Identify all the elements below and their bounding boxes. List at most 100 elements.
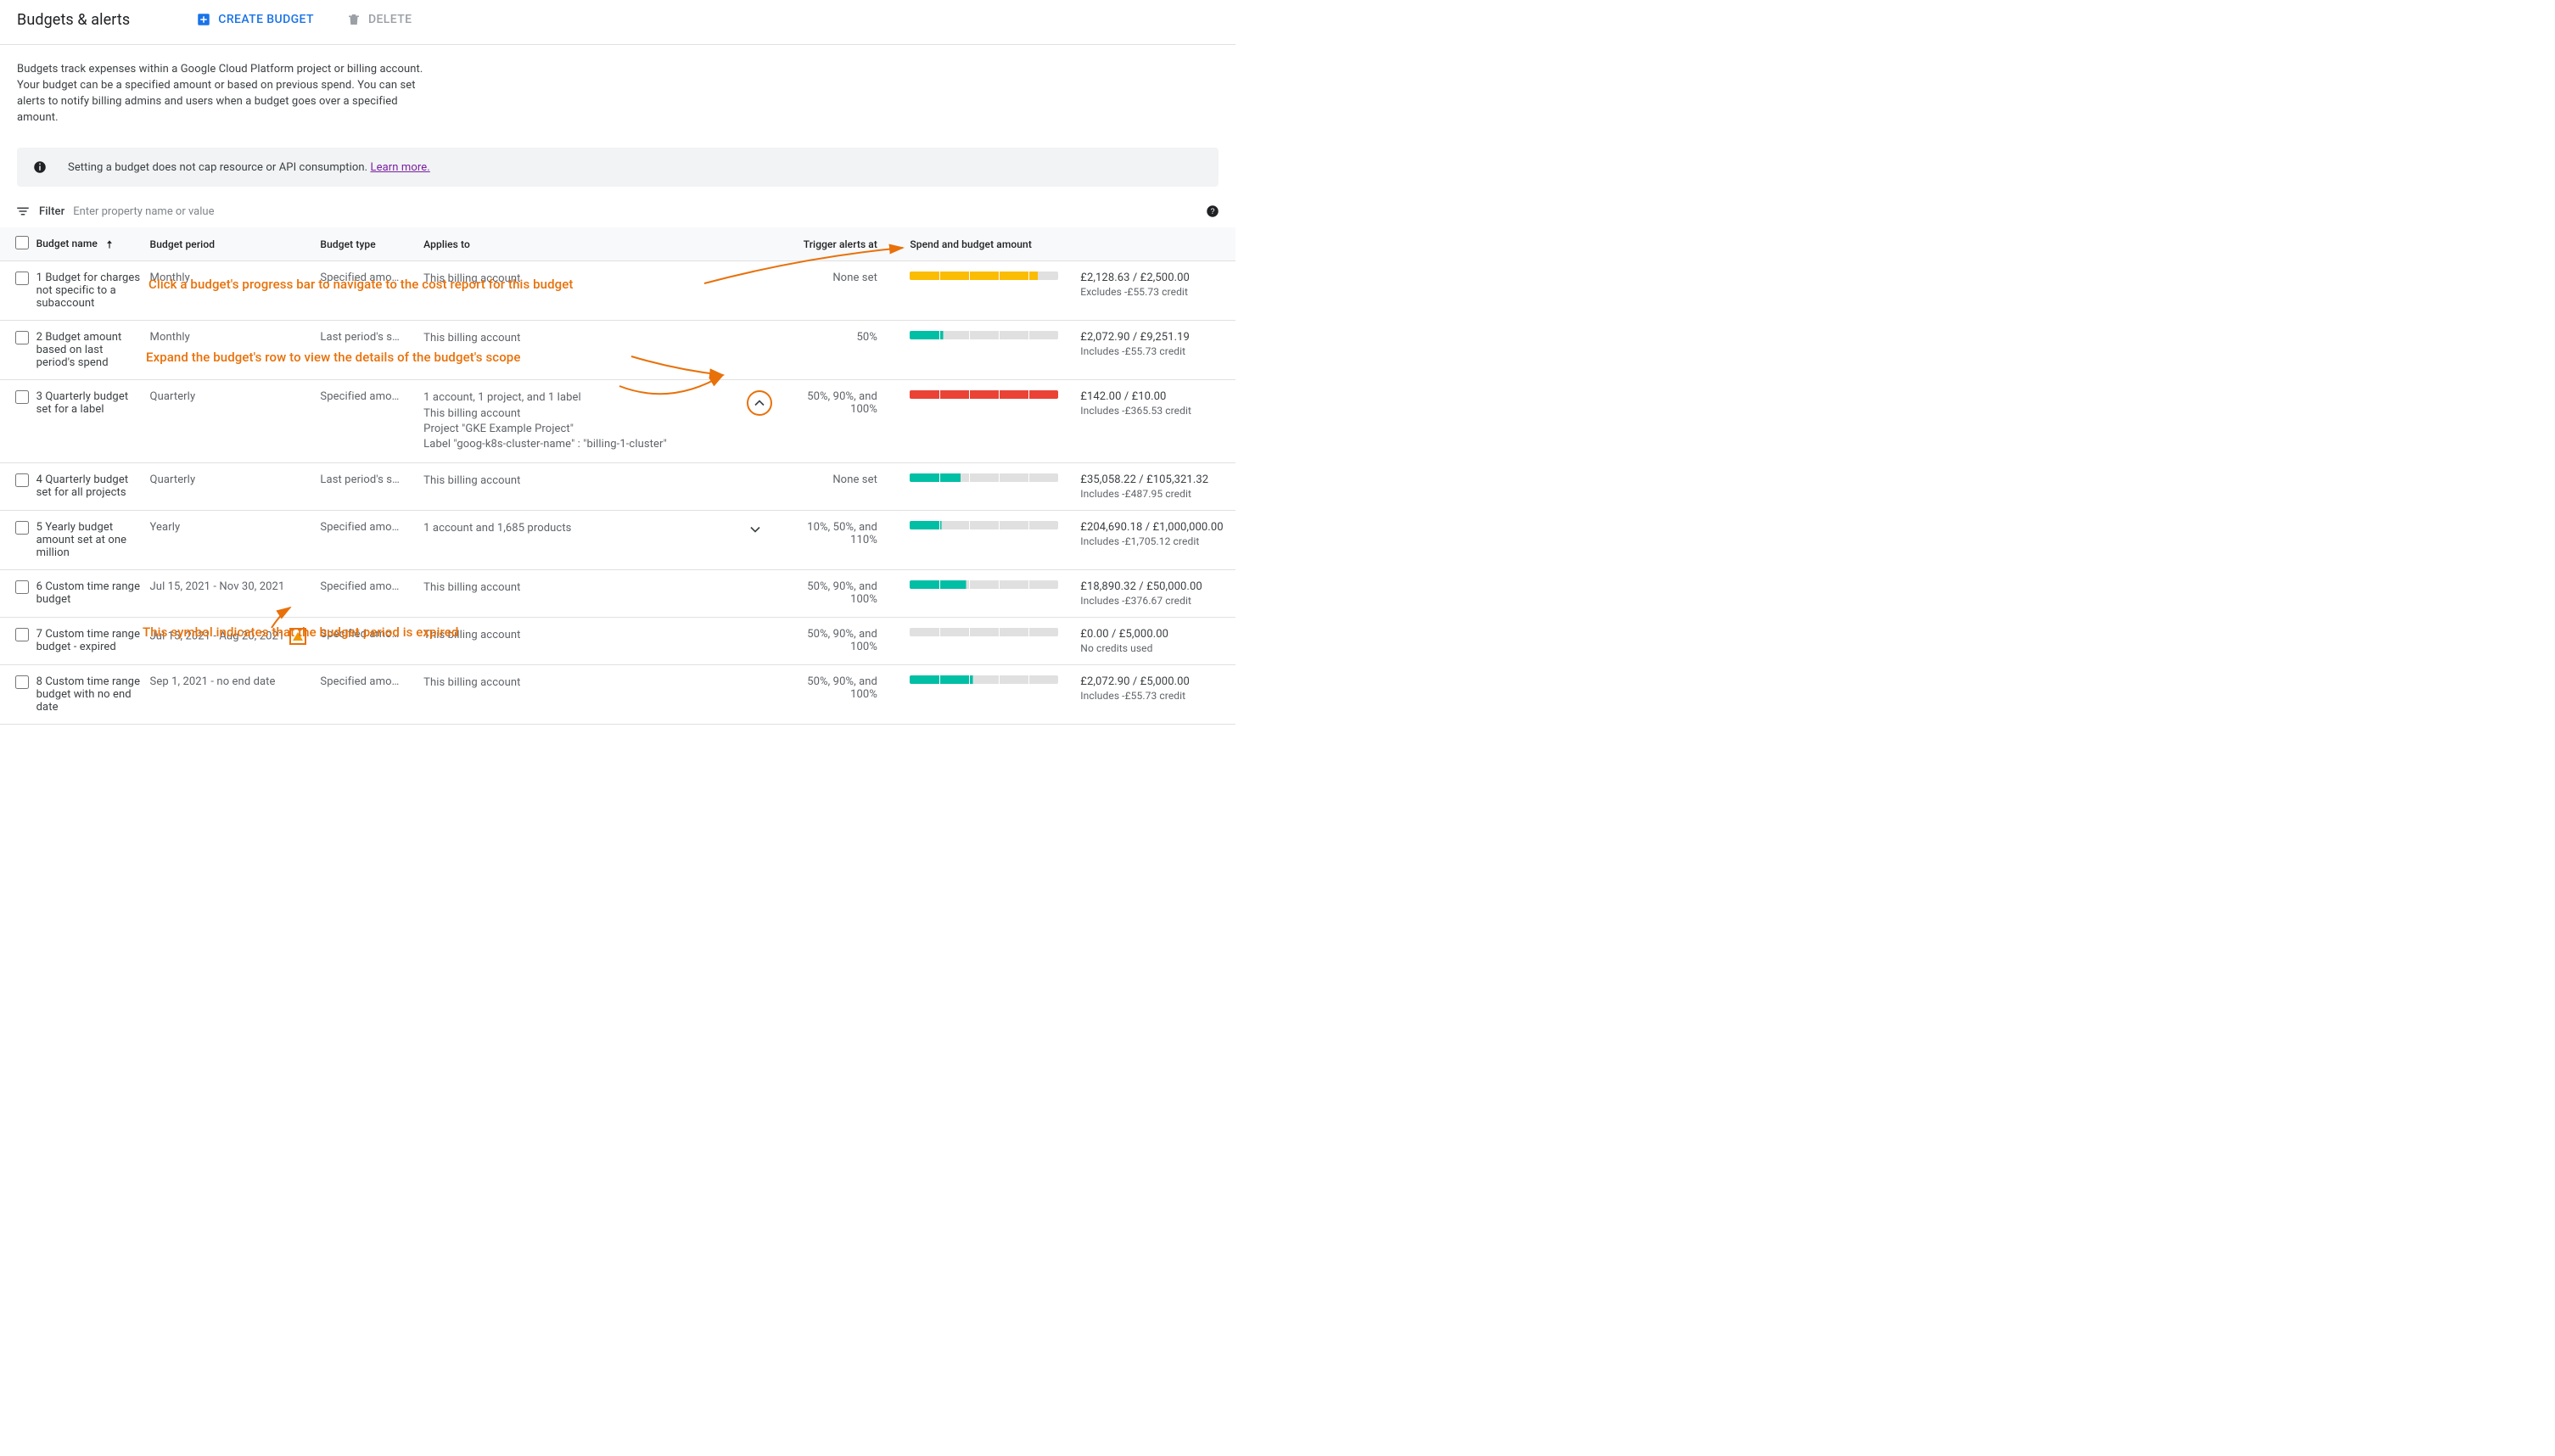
row-checkbox[interactable]	[15, 390, 29, 404]
col-name-header[interactable]: Budget name	[36, 227, 150, 261]
budget-type: Specified amo…	[320, 511, 423, 570]
budget-type: Last period's s…	[320, 463, 423, 511]
applies-to: This billing account	[423, 261, 746, 321]
chevron-up-icon[interactable]	[751, 395, 768, 412]
col-spend-header[interactable]: Spend and budget amount	[910, 227, 1235, 261]
spend-amount: £142.00 / £10.00Includes -£365.53 credit	[1080, 380, 1235, 463]
svg-text:?: ?	[1210, 207, 1214, 216]
trash-icon	[346, 12, 361, 27]
table-row[interactable]: 6 Custom time range budgetJul 15, 2021 -…	[0, 570, 1235, 618]
delete-button[interactable]: Delete	[339, 7, 419, 32]
budget-name[interactable]: 7 Custom time range budget - expired	[36, 618, 150, 665]
budget-period: Yearly	[150, 511, 321, 570]
applies-to: This billing account	[423, 321, 746, 380]
spend-amount: £2,128.63 / £2,500.00Excludes -£55.73 cr…	[1080, 261, 1235, 321]
table-row[interactable]: 7 Custom time range budget - expiredJul …	[0, 618, 1235, 665]
applies-to: 1 account and 1,685 products	[423, 511, 746, 570]
budget-name[interactable]: 1 Budget for charges not specific to a s…	[36, 261, 150, 321]
budget-period: Jul 15, 2021 - Aug 20, 2021	[150, 618, 321, 665]
trigger-alerts: 50%	[781, 321, 884, 380]
col-applies-header[interactable]: Applies to	[423, 227, 781, 261]
table-row[interactable]: 1 Budget for charges not specific to a s…	[0, 261, 1235, 321]
applies-to: This billing account	[423, 665, 746, 725]
budget-type: Specified amo…	[320, 618, 423, 665]
trigger-alerts: 50%, 90%, and 100%	[781, 665, 884, 725]
budget-type: Specified amo…	[320, 380, 423, 463]
budget-type: Specified amo…	[320, 665, 423, 725]
progress-bar[interactable]	[910, 580, 1058, 589]
applies-to: 1 account, 1 project, and 1 labelThis bi…	[423, 380, 746, 463]
spend-amount: £2,072.90 / £5,000.00Includes -£55.73 cr…	[1080, 665, 1235, 725]
budget-name[interactable]: 2 Budget amount based on last period's s…	[36, 321, 150, 380]
select-all-checkbox[interactable]	[15, 236, 29, 249]
table-row[interactable]: 3 Quarterly budget set for a labelQuarte…	[0, 380, 1235, 463]
progress-bar[interactable]	[910, 675, 1058, 684]
budget-period: Sep 1, 2021 - no end date	[150, 665, 321, 725]
page-title: Budgets & alerts	[17, 11, 130, 29]
spend-amount: £0.00 / £5,000.00No credits used	[1080, 618, 1235, 665]
budget-type: Last period's s…	[320, 321, 423, 380]
trigger-alerts: 50%, 90%, and 100%	[781, 618, 884, 665]
budget-type: Specified amo…	[320, 570, 423, 618]
applies-to: This billing account	[423, 618, 746, 665]
col-period-header[interactable]: Budget period	[150, 227, 321, 261]
expand-highlight	[747, 390, 772, 416]
trigger-alerts: None set	[781, 463, 884, 511]
progress-bar[interactable]	[910, 521, 1058, 529]
row-checkbox[interactable]	[15, 580, 29, 594]
budget-period: Quarterly	[150, 380, 321, 463]
applies-to: This billing account	[423, 570, 746, 618]
progress-bar[interactable]	[910, 628, 1058, 636]
progress-bar[interactable]	[910, 473, 1058, 482]
expired-warning-icon	[289, 628, 306, 645]
budget-name[interactable]: 3 Quarterly budget set for a label	[36, 380, 150, 463]
budget-type: Specified amo…	[320, 261, 423, 321]
create-budget-button[interactable]: Create budget	[189, 7, 321, 32]
budget-period: Quarterly	[150, 463, 321, 511]
budget-name[interactable]: 6 Custom time range budget	[36, 570, 150, 618]
spend-amount: £18,890.32 / £50,000.00Includes -£376.67…	[1080, 570, 1235, 618]
table-row[interactable]: 4 Quarterly budget set for all projectsQ…	[0, 463, 1235, 511]
row-checkbox[interactable]	[15, 272, 29, 285]
learn-more-link[interactable]: Learn more.	[371, 161, 430, 174]
info-icon	[32, 160, 48, 175]
filter-label: Filter	[39, 205, 64, 218]
notice-text: Setting a budget does not cap resource o…	[68, 161, 371, 174]
progress-bar[interactable]	[910, 272, 1058, 280]
budget-name[interactable]: 5 Yearly budget amount set at one millio…	[36, 511, 150, 570]
progress-bar[interactable]	[910, 390, 1058, 399]
col-type-header[interactable]: Budget type	[320, 227, 423, 261]
row-checkbox[interactable]	[15, 331, 29, 344]
row-checkbox[interactable]	[15, 473, 29, 487]
row-checkbox[interactable]	[15, 675, 29, 689]
filter-icon	[15, 204, 31, 219]
spend-amount: £2,072.90 / £9,251.19Includes -£55.73 cr…	[1080, 321, 1235, 380]
trigger-alerts: None set	[781, 261, 884, 321]
budget-period: Jul 15, 2021 - Nov 30, 2021	[150, 570, 321, 618]
create-budget-label: Create budget	[218, 13, 314, 26]
filter-input[interactable]	[73, 205, 1196, 218]
sort-asc-icon	[104, 238, 115, 250]
table-row[interactable]: 8 Custom time range budget with no end d…	[0, 665, 1235, 725]
chevron-down-icon[interactable]	[747, 521, 764, 538]
table-row[interactable]: 5 Yearly budget amount set at one millio…	[0, 511, 1235, 570]
col-trigger-header[interactable]: Trigger alerts at	[781, 227, 884, 261]
row-checkbox[interactable]	[15, 521, 29, 535]
intro-text: Budgets track expenses within a Google C…	[0, 45, 441, 132]
row-checkbox[interactable]	[15, 628, 29, 641]
trigger-alerts: 50%, 90%, and 100%	[781, 570, 884, 618]
info-notice: Setting a budget does not cap resource o…	[17, 148, 1219, 187]
help-icon[interactable]: ?	[1205, 204, 1220, 219]
trigger-alerts: 10%, 50%, and 110%	[781, 511, 884, 570]
plus-icon	[196, 12, 211, 27]
spend-amount: £204,690.18 / £1,000,000.00Includes -£1,…	[1080, 511, 1235, 570]
spend-amount: £35,058.22 / £105,321.32Includes -£487.9…	[1080, 463, 1235, 511]
budget-period: Monthly	[150, 261, 321, 321]
delete-label: Delete	[368, 13, 412, 26]
table-row[interactable]: 2 Budget amount based on last period's s…	[0, 321, 1235, 380]
progress-bar[interactable]	[910, 331, 1058, 339]
trigger-alerts: 50%, 90%, and 100%	[781, 380, 884, 463]
budget-name[interactable]: 4 Quarterly budget set for all projects	[36, 463, 150, 511]
applies-to: This billing account	[423, 463, 746, 511]
budget-name[interactable]: 8 Custom time range budget with no end d…	[36, 665, 150, 725]
